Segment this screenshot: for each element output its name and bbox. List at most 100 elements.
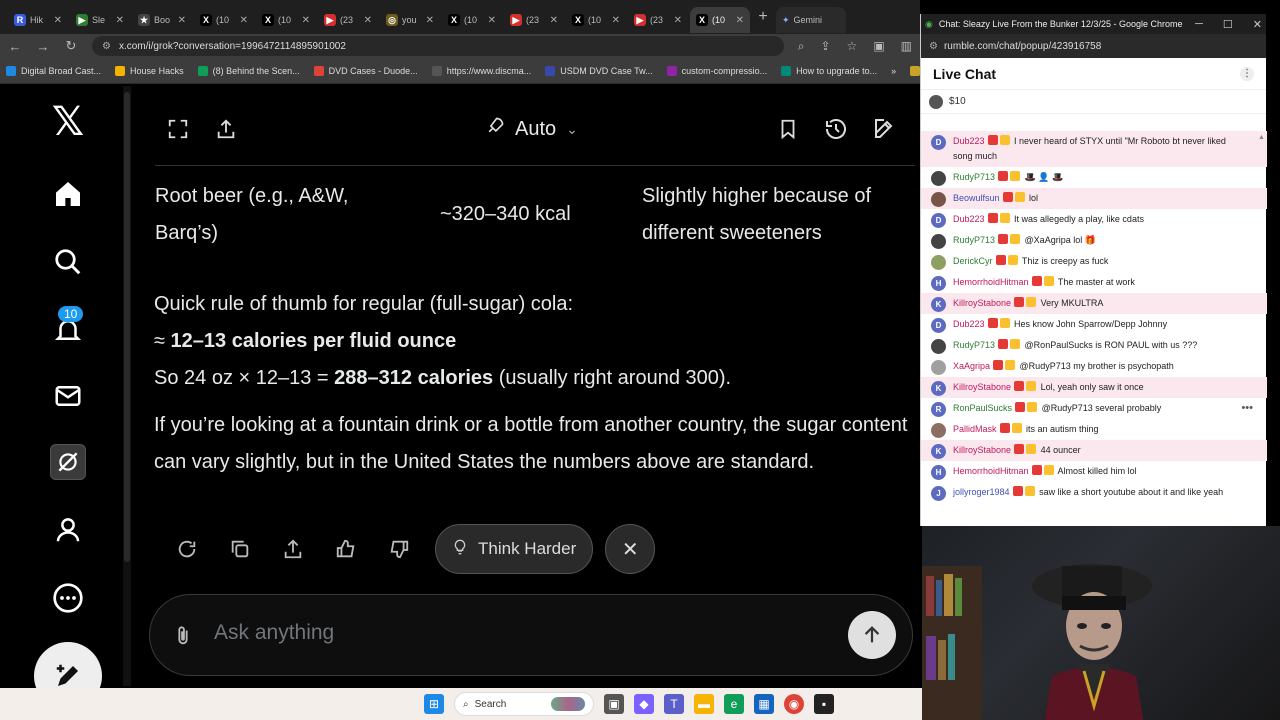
message-more-icon[interactable]: ••• <box>1241 401 1253 416</box>
pinned-rant[interactable]: $10 <box>921 90 1266 114</box>
user-avatar[interactable] <box>931 255 946 270</box>
user-avatar[interactable] <box>931 192 946 207</box>
tab-close-icon[interactable]: ✕ <box>178 15 186 26</box>
user-avatar[interactable]: K <box>931 381 946 396</box>
chat-username[interactable]: XaAgripa <box>953 361 990 371</box>
windows-start-icon[interactable]: ⊞ <box>424 694 444 714</box>
model-mode-selector[interactable]: Auto ⌄ <box>485 116 578 142</box>
share-response-icon[interactable] <box>266 529 319 569</box>
teams-icon[interactable]: T <box>664 694 684 714</box>
chat-message[interactable]: K KillroyStabone Lol, yeah only saw it on… <box>921 377 1267 398</box>
chat-username[interactable]: RudyP713 <box>953 235 995 245</box>
chat-username[interactable]: RonPaulSucks <box>953 403 1012 413</box>
user-avatar[interactable]: K <box>931 444 946 459</box>
chat-username[interactable]: Beowulfsun <box>953 193 1000 203</box>
browser-tab[interactable]: X (10 ✕ <box>566 7 626 33</box>
user-avatar[interactable] <box>931 360 946 375</box>
gemini-button[interactable]: ✦ Gemini <box>776 7 846 33</box>
chat-username[interactable]: Dub223 <box>953 214 985 224</box>
chat-message[interactable]: R RonPaulSucks @RudyP713 several probably… <box>921 398 1267 419</box>
chat-scrollbar[interactable]: ▲ <box>1258 132 1265 522</box>
bookmark-item[interactable]: custom-compressio... <box>666 65 767 76</box>
bookmark-item[interactable]: USDM DVD Case Tw... <box>545 65 653 76</box>
history-icon[interactable] <box>821 114 851 144</box>
tab-close-icon[interactable]: ✕ <box>612 15 620 26</box>
tab-close-icon[interactable]: ✕ <box>736 15 744 26</box>
fullscreen-icon[interactable] <box>163 114 193 144</box>
tab-close-icon[interactable]: ✕ <box>426 15 434 26</box>
browser-tab[interactable]: X (10 ✕ <box>256 7 316 33</box>
chat-message[interactable]: DerickCyr Thiz is creepy as fuck <box>921 251 1267 272</box>
chrome-icon[interactable]: ◉ <box>784 694 804 714</box>
browser-tab[interactable]: X (10 ✕ <box>690 7 750 33</box>
tab-close-icon[interactable]: ✕ <box>116 15 124 26</box>
chat-message[interactable]: RudyP713 @RonPaulSucks is RON PAUL with … <box>921 335 1267 356</box>
grok-nav-icon[interactable] <box>50 444 86 480</box>
forward-icon[interactable]: → <box>36 39 50 54</box>
share-upload-icon[interactable] <box>211 114 241 144</box>
browser-tab[interactable]: ◎ you ✕ <box>380 7 440 33</box>
share-icon[interactable]: ⇪ <box>820 39 830 54</box>
thumbs-up-icon[interactable] <box>319 529 372 569</box>
site-info-icon[interactable]: ⚙ <box>102 41 111 52</box>
chat-message[interactable]: PallidMask its an autism thing <box>921 419 1267 440</box>
store-icon[interactable]: ▦ <box>754 694 774 714</box>
task-view-icon[interactable]: ▣ <box>604 694 624 714</box>
all-bookmarks-folder[interactable]: All Bo <box>910 65 920 76</box>
close-button[interactable]: ✕ <box>605 524 656 574</box>
profile-icon[interactable] <box>50 512 86 548</box>
maximize-icon[interactable]: ☐ <box>1223 18 1233 31</box>
new-chat-edit-icon[interactable] <box>869 114 899 144</box>
app-icon[interactable]: ▪ <box>814 694 834 714</box>
chat-username[interactable]: KillroyStabone <box>953 445 1011 455</box>
browser-tab[interactable]: ▶ (23 ✕ <box>628 7 688 33</box>
edge-icon[interactable]: e <box>724 694 744 714</box>
sidepanel-icon[interactable]: ▥ <box>901 39 912 54</box>
user-avatar[interactable]: H <box>931 465 946 480</box>
chat-menu-icon[interactable]: ⋮ <box>1240 67 1254 81</box>
chat-message[interactable]: RudyP713 @XaAgripa lol 🎁 <box>921 230 1267 251</box>
think-harder-button[interactable]: Think Harder <box>435 524 594 574</box>
bookmark-icon[interactable] <box>773 114 803 144</box>
chat-username[interactable]: HemorrhoidHitman <box>953 466 1029 476</box>
user-avatar[interactable] <box>931 423 946 438</box>
browser-tab[interactable]: R Hik ✕ <box>8 7 68 33</box>
url-bar[interactable]: ⚙ x.com/i/grok?conversation=199647211489… <box>92 36 784 56</box>
chat-message[interactable]: K KillroyStabone Very MKULTRA <box>921 293 1267 314</box>
user-avatar[interactable] <box>931 171 946 186</box>
tab-close-icon[interactable]: ✕ <box>240 15 248 26</box>
chat-message[interactable]: H HemorrhoidHitman Almost killed him lol <box>921 461 1267 482</box>
page-scrollbar[interactable] <box>123 86 131 686</box>
x-logo-icon[interactable]: 𝕏 <box>50 99 86 145</box>
scroll-up-icon[interactable]: ▲ <box>1258 134 1265 142</box>
chat-message[interactable]: D Dub223 Hes know John Sparrow/Depp Johnn… <box>921 314 1267 335</box>
tab-close-icon[interactable]: ✕ <box>488 15 496 26</box>
chat-message[interactable]: D Dub223 I never heard of STYX until "Mr … <box>921 131 1267 167</box>
chat-message[interactable]: D Dub223 It was allegedly a play, like cd… <box>921 209 1267 230</box>
user-avatar[interactable]: D <box>931 135 946 150</box>
more-options-icon[interactable] <box>50 580 86 616</box>
copy-icon[interactable] <box>213 529 266 569</box>
bookmark-star-icon[interactable]: ☆ <box>847 39 858 54</box>
chat-username[interactable]: PallidMask <box>953 424 997 434</box>
chat-message[interactable]: Beowulfsun lol <box>921 188 1267 209</box>
user-avatar[interactable]: K <box>931 297 946 312</box>
chat-username[interactable]: HemorrhoidHitman <box>953 277 1029 287</box>
user-avatar[interactable]: J <box>931 486 946 501</box>
browser-tab[interactable]: ★ Boo ✕ <box>132 7 192 33</box>
bookmark-item[interactable]: (8) Behind the Scen... <box>197 65 300 76</box>
user-avatar[interactable]: R <box>931 402 946 417</box>
back-icon[interactable]: ← <box>8 39 22 54</box>
new-tab-button[interactable]: + <box>752 8 774 26</box>
more-bookmarks-icon[interactable]: » <box>891 66 896 76</box>
minimize-icon[interactable]: ─ <box>1195 18 1203 31</box>
thumbs-down-icon[interactable] <box>372 529 425 569</box>
zoom-icon[interactable]: ⌕ <box>798 39 805 54</box>
user-avatar[interactable]: H <box>931 276 946 291</box>
chat-username[interactable]: KillroyStabone <box>953 298 1011 308</box>
chat-message[interactable]: K KillroyStabone 44 ouncer <box>921 440 1267 461</box>
chat-username[interactable]: Dub223 <box>953 136 985 146</box>
user-avatar[interactable]: D <box>931 318 946 333</box>
user-avatar[interactable] <box>931 234 946 249</box>
chat-message[interactable]: H HemorrhoidHitman The master at work <box>921 272 1267 293</box>
